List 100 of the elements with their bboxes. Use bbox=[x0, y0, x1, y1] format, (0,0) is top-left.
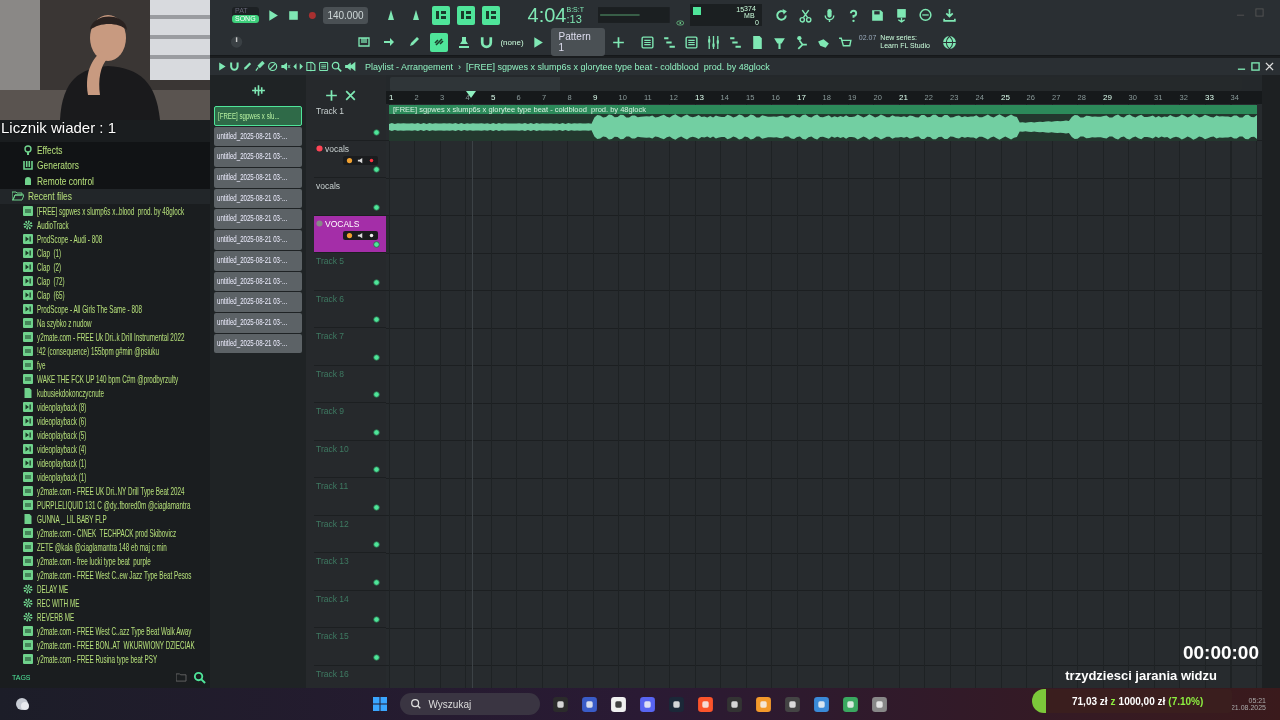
close-icon[interactable] bbox=[343, 88, 358, 103]
file-item[interactable]: y2mate.com - FREE UK Dri..NY Drill Type Beat 2024 bbox=[0, 483, 210, 498]
file-item[interactable]: Clap (72) bbox=[0, 273, 210, 288]
file-item[interactable]: [FREE] sgpwes x slump6s x..blood prod. by 48glock bbox=[0, 203, 210, 218]
file-item[interactable]: Clap (65) bbox=[0, 287, 210, 302]
globe-icon[interactable] bbox=[942, 34, 957, 50]
pattern-item[interactable]: untitled_2025-08-21 03-... bbox=[214, 188, 302, 209]
countdown-toggle[interactable] bbox=[431, 5, 450, 25]
file-item[interactable]: videoplayback (1) bbox=[0, 455, 210, 470]
chat-icon[interactable] bbox=[918, 7, 933, 23]
track-enable-icon[interactable] bbox=[373, 428, 380, 436]
discord-app-icon[interactable] bbox=[639, 695, 657, 713]
pattern-item[interactable]: untitled_2025-08-21 03-... bbox=[214, 230, 302, 250]
pattern-item[interactable]: untitled_2025-08-21 03-... bbox=[214, 292, 302, 312]
weather-icon[interactable] bbox=[14, 696, 30, 712]
list-icon[interactable] bbox=[683, 34, 699, 50]
save-icon[interactable] bbox=[870, 7, 885, 23]
track-enable-icon[interactable] bbox=[373, 653, 380, 661]
file-item[interactable]: REVERB ME bbox=[0, 609, 210, 624]
speaker-icon[interactable] bbox=[357, 156, 364, 164]
channel-rack-icon[interactable] bbox=[661, 34, 677, 50]
eye-icon[interactable] bbox=[675, 19, 685, 27]
track-header[interactable]: VOCALS bbox=[314, 215, 386, 253]
printer-app-icon[interactable] bbox=[871, 695, 889, 713]
waveform-icon[interactable] bbox=[250, 82, 266, 98]
record-icon[interactable] bbox=[368, 231, 375, 239]
pattern-item[interactable]: untitled_2025-08-21 03-... bbox=[214, 271, 302, 292]
track-enable-icon[interactable] bbox=[373, 578, 380, 586]
track-enable-icon[interactable] bbox=[373, 391, 380, 398]
download-icon[interactable] bbox=[942, 7, 957, 23]
browser-folder[interactable]: Effects bbox=[0, 142, 210, 158]
playlist-icon[interactable] bbox=[639, 34, 655, 50]
file-item[interactable]: videoplayback (4) bbox=[0, 441, 210, 456]
file-item[interactable]: WAKE THE FCK UP 140 bpm C#m @prodbyrzulty bbox=[0, 371, 210, 386]
file-item[interactable]: ProdScope - All Girls The Same - 808 bbox=[0, 301, 210, 316]
mute-icon[interactable] bbox=[279, 60, 291, 73]
search-field[interactable]: Wyszukaj bbox=[400, 693, 541, 715]
file-item[interactable]: GUNNA _ LIL BABY FLP bbox=[0, 511, 210, 526]
steam-app-icon[interactable] bbox=[668, 695, 686, 713]
add-icon[interactable] bbox=[324, 88, 339, 103]
track-enable-icon[interactable] bbox=[373, 616, 380, 623]
pattern-item[interactable]: untitled_2025-08-21 03-... bbox=[214, 250, 302, 271]
speaker-icon[interactable] bbox=[343, 60, 355, 73]
play-icon[interactable] bbox=[216, 60, 228, 73]
snap-selector[interactable]: (none) bbox=[500, 37, 524, 47]
pattern-item[interactable]: untitled_2025-08-21 03-... bbox=[214, 209, 302, 230]
pattern-item[interactable]: untitled_2025-08-21 03-... bbox=[214, 126, 302, 147]
file-item[interactable]: videoplayback (1) bbox=[0, 469, 210, 484]
file-item[interactable]: y2mate.com - CINEK TECHPACK prod Skibovicz bbox=[0, 525, 210, 540]
file-item[interactable]: y2mate.com - free lucki type beat purple bbox=[0, 553, 210, 568]
close-icon[interactable] bbox=[1265, 62, 1274, 71]
obs-app-icon[interactable] bbox=[784, 695, 802, 713]
file-item[interactable]: !42 (consequence) 155bpm g#min @psiuku bbox=[0, 343, 210, 358]
fl-app-icon[interactable] bbox=[755, 695, 773, 713]
file-item[interactable]: REC WITH ME bbox=[0, 595, 210, 610]
browser-folder[interactable]: Remote control bbox=[0, 173, 210, 189]
file-item[interactable]: Clap (2) bbox=[0, 259, 210, 274]
maps-app-icon[interactable] bbox=[842, 695, 860, 713]
add-icon[interactable] bbox=[610, 34, 626, 50]
notepad-app-icon[interactable] bbox=[813, 695, 831, 713]
mixer-icon[interactable] bbox=[705, 34, 721, 50]
tempo-field[interactable]: 140.000 bbox=[323, 6, 368, 24]
file-item[interactable]: kubusiekdokonczycnute bbox=[0, 385, 210, 400]
windows-start-icon[interactable] bbox=[372, 696, 389, 712]
track-enable-icon[interactable] bbox=[373, 128, 380, 136]
notion-app-icon[interactable] bbox=[610, 695, 628, 713]
file-item[interactable]: videoplayback (8) bbox=[0, 399, 210, 414]
pattern-item[interactable]: untitled_2025-08-21 03-... bbox=[214, 168, 302, 188]
pattern-item[interactable]: untitled_2025-08-21 03-... bbox=[214, 312, 302, 333]
brave-app-icon[interactable] bbox=[697, 695, 715, 713]
file-item[interactable]: y2mate.com - FREE Uk Dri..k Drill Instrumental 2022 bbox=[0, 329, 210, 344]
file-item[interactable]: videoplayback (5) bbox=[0, 427, 210, 442]
vertical-scrollbar[interactable] bbox=[1262, 75, 1280, 688]
export-icon[interactable] bbox=[894, 7, 909, 23]
file-item[interactable]: y2mate.com - FREE Rusina type beat PSY bbox=[0, 651, 210, 666]
track-controls[interactable] bbox=[343, 155, 378, 165]
cut-icon[interactable] bbox=[798, 7, 813, 23]
terminal-app-icon[interactable] bbox=[552, 695, 570, 713]
slip-icon[interactable] bbox=[292, 60, 304, 73]
pitch-knob[interactable] bbox=[230, 35, 244, 49]
file-item[interactable]: Na szybko z nudow bbox=[0, 315, 210, 330]
file-item[interactable]: ProdScope - Audi - 808 bbox=[0, 231, 210, 246]
track-enable-icon[interactable] bbox=[373, 203, 380, 211]
track-controls[interactable] bbox=[343, 230, 378, 240]
tree-icon[interactable] bbox=[727, 34, 743, 50]
pattern-item[interactable]: untitled_2025-08-21 03-... bbox=[214, 147, 302, 168]
pencil-icon[interactable] bbox=[241, 60, 253, 73]
maximize-icon[interactable] bbox=[1251, 62, 1260, 71]
magnet-icon[interactable] bbox=[228, 60, 240, 73]
file-item[interactable]: y2mate.com - FREE West C..azz Type Beat Walk Away bbox=[0, 623, 210, 638]
track-header[interactable]: vocals bbox=[314, 140, 386, 178]
record-arm-icon[interactable] bbox=[316, 145, 323, 152]
track-enable-icon[interactable] bbox=[373, 466, 380, 473]
file-item[interactable]: AudioTrack bbox=[0, 217, 210, 232]
song-title[interactable]: [FREE] sgpwes x slump6s x glorytee type beat - coldblood prod. by 48glock bbox=[466, 61, 770, 72]
gear-app-icon[interactable] bbox=[726, 695, 744, 713]
file-item[interactable]: ZETE @kala @ciaglamantra 148 eb maj c min bbox=[0, 539, 210, 554]
microphone-icon[interactable] bbox=[822, 7, 837, 23]
input-icon[interactable] bbox=[346, 156, 353, 164]
step-toggle[interactable] bbox=[456, 5, 475, 25]
